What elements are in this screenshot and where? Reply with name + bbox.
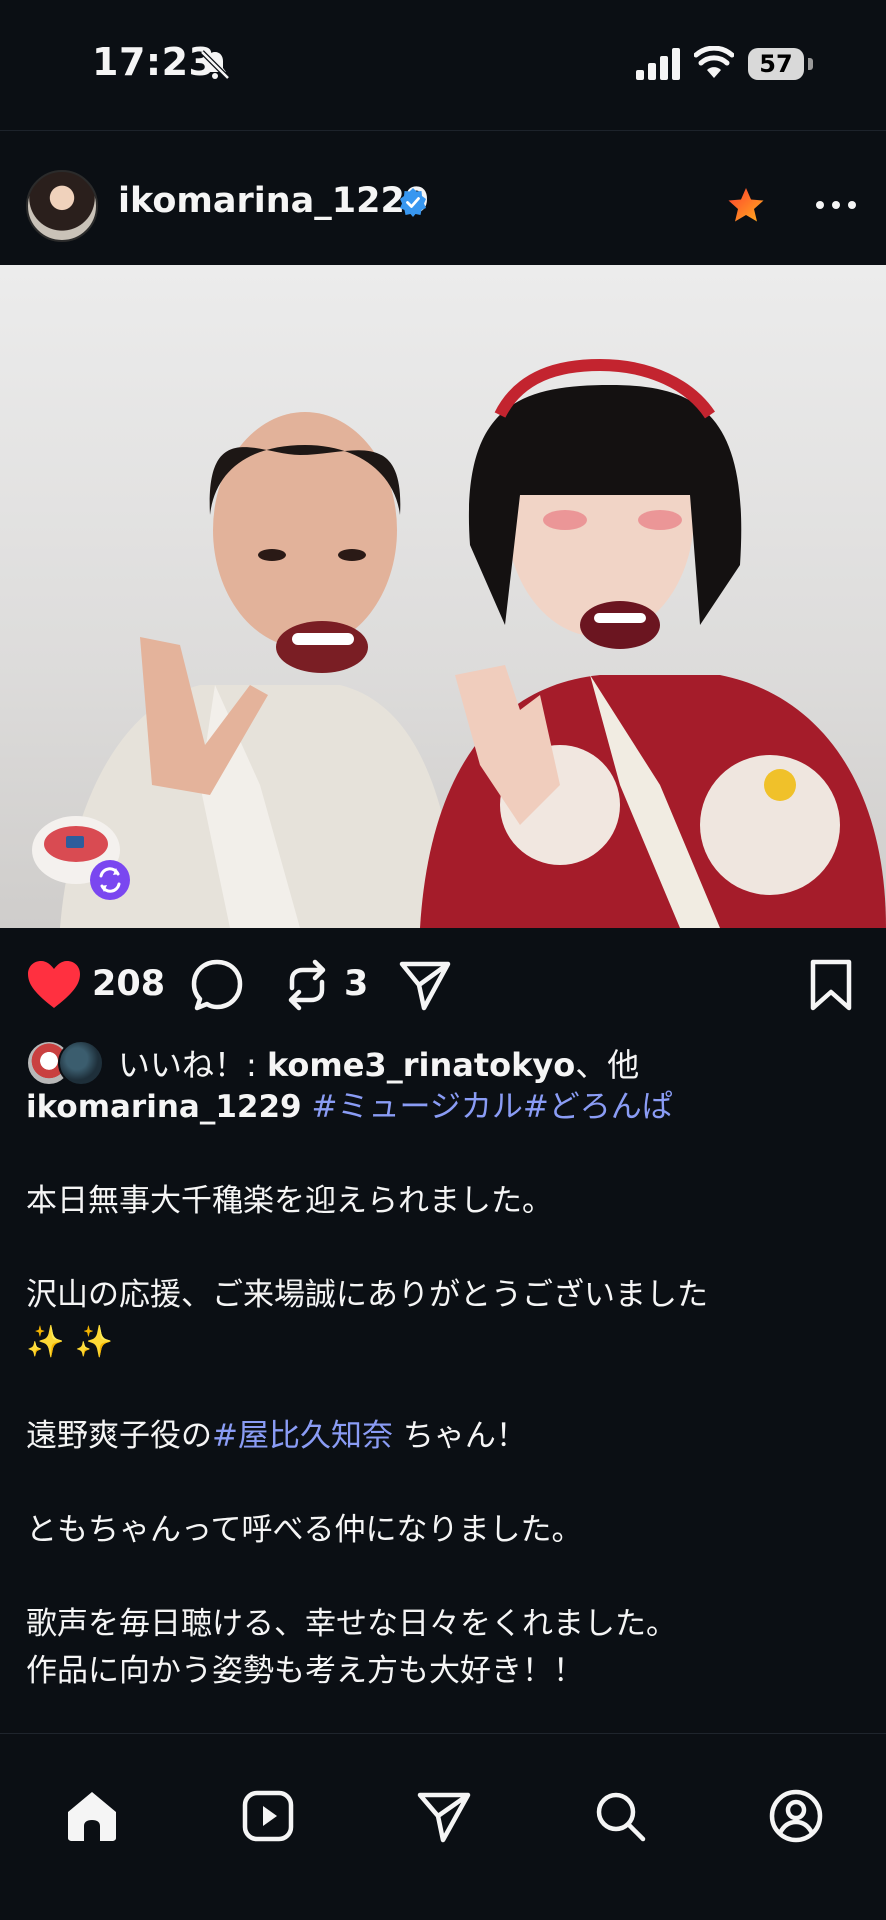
wifi-icon bbox=[694, 46, 734, 78]
liked-by-text: いいね！: kome3_rinatokyo、他 bbox=[118, 1040, 639, 1086]
caption-line: 沢山の応援、ご来場誠にありがとうございました bbox=[26, 1277, 708, 1313]
liked-by-prefix: いいね！: bbox=[118, 1046, 267, 1084]
caption-hashtags[interactable]: #ミュージカル#どろんぱ bbox=[311, 1089, 672, 1125]
like-count[interactable]: 208 bbox=[92, 964, 165, 1004]
cellular-signal-icon bbox=[636, 48, 680, 80]
battery-icon: 57 bbox=[748, 48, 804, 80]
bookmark-icon[interactable] bbox=[808, 958, 854, 1012]
search-icon[interactable] bbox=[592, 1788, 648, 1844]
post-caption: ikomarina_1229 #ミュージカル#どろんぱ 本日無事大千穐楽を迎えら… bbox=[26, 1084, 866, 1695]
caption-hashtag[interactable]: #屋比久知奈 bbox=[212, 1418, 393, 1454]
liked-by-row[interactable]: いいね！: kome3_rinatokyo、他 bbox=[26, 1040, 866, 1090]
post-header: ikomarina_1229 bbox=[0, 131, 886, 265]
bottom-navigation bbox=[0, 1733, 886, 1920]
reels-icon[interactable] bbox=[240, 1788, 296, 1844]
caption-author[interactable]: ikomarina_1229 bbox=[26, 1089, 302, 1125]
photo-illustration bbox=[60, 358, 886, 928]
send-icon[interactable] bbox=[416, 1788, 472, 1844]
liked-by-user[interactable]: kome3_rinatokyo bbox=[267, 1046, 575, 1084]
status-bar: 17:23 57 bbox=[0, 0, 886, 130]
verified-badge-icon bbox=[400, 188, 426, 217]
post-action-bar: 208 3 bbox=[0, 928, 886, 1038]
caption-sparkles: ✨ ✨ bbox=[26, 1324, 114, 1360]
caption-text: ちゃん！ bbox=[392, 1418, 527, 1454]
favorite-star-icon[interactable] bbox=[726, 185, 766, 225]
comment-icon[interactable] bbox=[190, 958, 244, 1012]
caption-line: 遠野爽子役の#屋比久知奈 ちゃん！ bbox=[26, 1413, 866, 1460]
repost-icon[interactable] bbox=[282, 958, 332, 1012]
send-icon[interactable] bbox=[398, 958, 452, 1012]
caption-line: ともちゃんって呼べる仲になりました。 bbox=[26, 1512, 583, 1548]
caption-line: 歌声を毎日聴ける、幸せな日々をくれました。 bbox=[26, 1606, 677, 1642]
caption-text: 遠野爽子役の bbox=[26, 1418, 212, 1454]
remix-sticker-icon[interactable] bbox=[30, 810, 130, 900]
caption-first-line: ikomarina_1229 #ミュージカル#どろんぱ bbox=[26, 1084, 866, 1131]
more-options-icon[interactable] bbox=[814, 199, 858, 211]
caption-line: 本日無事大千穐楽を迎えられました。 bbox=[26, 1183, 553, 1219]
home-icon[interactable] bbox=[64, 1788, 120, 1844]
bell-muted-icon bbox=[200, 50, 230, 80]
battery-tip bbox=[808, 58, 813, 70]
profile-icon[interactable] bbox=[768, 1788, 824, 1844]
status-time: 17:23 bbox=[92, 40, 216, 84]
caption-line: 作品に向かう姿勢も考え方も大好き！！ bbox=[26, 1653, 584, 1689]
liker-avatar bbox=[58, 1040, 104, 1086]
app-screen: 17:23 57 ikomarina_1229 208 3 いいね！: kome… bbox=[0, 0, 886, 1920]
repost-count[interactable]: 3 bbox=[344, 964, 368, 1004]
liked-by-suffix: 、他 bbox=[575, 1046, 640, 1084]
heart-icon[interactable] bbox=[26, 960, 82, 1010]
post-username[interactable]: ikomarina_1229 bbox=[118, 181, 429, 221]
post-photo[interactable] bbox=[0, 265, 886, 928]
author-avatar[interactable] bbox=[26, 170, 98, 242]
